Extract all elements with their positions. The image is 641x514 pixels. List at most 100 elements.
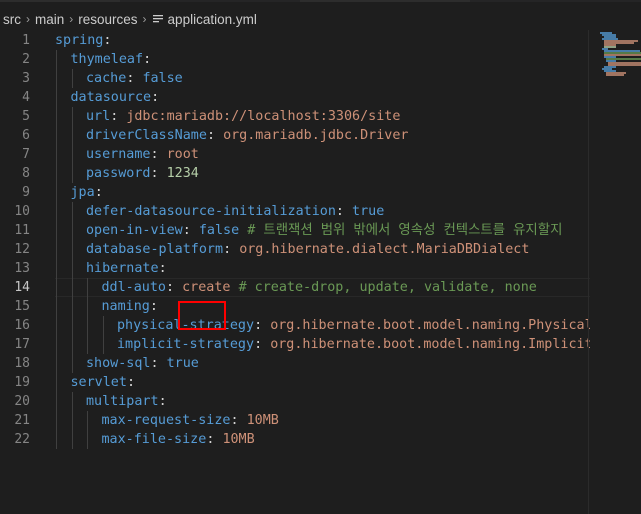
code-line-content: datasource: — [55, 90, 160, 105]
code-line[interactable]: database-platform: org.hibernate.dialect… — [55, 240, 590, 259]
line-number: 3 — [22, 71, 30, 86]
code-line[interactable]: naming: — [55, 297, 590, 316]
code-key: max-request-size — [101, 413, 231, 428]
code-line[interactable]: spring: — [55, 31, 590, 50]
code-key: database-platform — [86, 242, 224, 257]
code-editor[interactable]: 1 2 3 4 5 6 7 8 9 10 11 12 13 14 15 16 17 18 19 20 21 22 spri… — [0, 31, 641, 514]
code-line-content: max-request-size: 10MB — [55, 413, 279, 428]
minimap-line — [606, 74, 624, 76]
code-line-content: defer-datasource-initialization: true — [55, 204, 384, 219]
code-token: : — [206, 432, 223, 447]
chevron-right-icon: › — [69, 12, 74, 26]
code-line-content: database-platform: org.hibernate.dialect… — [55, 242, 529, 257]
code-line[interactable]: ddl-auto: create # create-drop, update, … — [55, 278, 590, 297]
tab-segment[interactable] — [300, 0, 470, 2]
code-token: : — [166, 280, 183, 295]
code-token: : — [151, 90, 160, 105]
code-key: naming — [101, 299, 150, 314]
code-token: : — [150, 356, 167, 371]
line-number: 8 — [22, 166, 30, 181]
breadcrumb-file[interactable]: application.yml — [168, 12, 257, 27]
code-line[interactable]: max-file-size: 10MB — [55, 430, 590, 449]
code-key: false — [142, 71, 183, 86]
code-line[interactable]: defer-datasource-initialization: true — [55, 202, 590, 221]
line-number: 16 — [14, 318, 30, 333]
line-number: 15 — [14, 299, 30, 314]
code-token: jdbc:mariadb://localhost:3306/site — [126, 109, 401, 124]
code-line[interactable]: driverClassName: org.mariadb.jdbc.Driver — [55, 126, 590, 145]
breadcrumb-item-main[interactable]: main — [35, 12, 64, 27]
code-key: implicit-strategy — [117, 337, 255, 352]
code-token: 10MB — [222, 432, 255, 447]
code-token: 10MB — [246, 413, 279, 428]
vertical-scrollbar[interactable] — [588, 30, 589, 514]
code-line-content: naming: — [55, 299, 158, 314]
code-line[interactable]: open-in-view: false # 트랜잭션 범위 밖에서 영속성 컨텍… — [55, 221, 590, 240]
code-line[interactable]: physical-strategy: org.hibernate.boot.mo… — [55, 316, 590, 335]
code-key: defer-datasource-initialization — [86, 204, 336, 219]
code-token: : — [143, 52, 152, 67]
line-number: 9 — [22, 185, 30, 200]
code-line-content: cache: false — [55, 71, 183, 86]
code-key: multipart — [86, 394, 159, 409]
line-number: 10 — [14, 204, 30, 219]
code-line[interactable]: password: 1234 — [55, 164, 590, 183]
code-token: : — [149, 299, 158, 314]
code-line[interactable]: url: jdbc:mariadb://localhost:3306/site — [55, 107, 590, 126]
code-line-content: jpa: — [55, 185, 103, 200]
code-line[interactable]: implicit-strategy: org.hibernate.boot.mo… — [55, 335, 590, 354]
code-key: password — [86, 166, 151, 181]
code-line-content: driverClassName: org.mariadb.jdbc.Driver — [55, 128, 409, 143]
code-area[interactable]: spring: thymeleaf: cache: false datasource:… — [55, 31, 590, 449]
code-line[interactable]: servlet: — [55, 373, 590, 392]
line-number: 4 — [22, 90, 30, 105]
code-line[interactable]: datasource: — [55, 88, 590, 107]
code-key: url — [86, 109, 111, 124]
code-line[interactable]: jpa: — [55, 183, 590, 202]
code-line[interactable]: thymeleaf: — [55, 50, 590, 69]
code-token: org.hibernate.dialect.MariaDBDialect — [239, 242, 530, 257]
code-token: : — [158, 261, 167, 276]
code-line-content: password: 1234 — [55, 166, 199, 181]
code-line-content: url: jdbc:mariadb://localhost:3306/site — [55, 109, 400, 124]
breadcrumb-item-resources[interactable]: resources — [78, 12, 137, 27]
code-line-content: multipart: — [55, 394, 167, 409]
code-comment: # create-drop, update, validate, none — [238, 280, 537, 295]
code-token: : — [126, 375, 135, 390]
code-line[interactable]: hibernate: — [55, 259, 590, 278]
chevron-right-icon: › — [142, 12, 147, 26]
line-number: 6 — [22, 128, 30, 143]
code-line-content: show-sql: true — [55, 356, 199, 371]
code-line[interactable]: username: root — [55, 145, 590, 164]
breadcrumb: src › main › resources › application.yml — [0, 8, 641, 30]
line-number: 7 — [22, 147, 30, 162]
code-token: : — [254, 337, 271, 352]
code-line[interactable]: show-sql: true — [55, 354, 590, 373]
tab-segment[interactable] — [0, 0, 120, 2]
code-token: : — [223, 242, 240, 257]
line-number: 2 — [22, 52, 30, 67]
line-number-gutter: 1 2 3 4 5 6 7 8 9 10 11 12 13 14 15 16 17 18 19 20 21 22 — [0, 31, 40, 449]
tab-strip — [0, 0, 641, 2]
code-token: root — [166, 147, 199, 162]
breadcrumb-item-src[interactable]: src — [0, 12, 21, 27]
code-token: org.mariadb.jdbc.Driver — [223, 128, 409, 143]
code-token: create — [182, 280, 231, 295]
code-key: hibernate — [86, 261, 159, 276]
line-number: 11 — [14, 223, 30, 238]
line-number: 19 — [14, 375, 30, 390]
code-token: : — [230, 413, 247, 428]
code-key: datasource — [70, 90, 152, 105]
file-lines-icon — [152, 13, 164, 25]
code-key: true — [352, 204, 385, 219]
code-line-content: open-in-view: false # 트랜잭션 범위 밖에서 영속성 컨텍… — [55, 223, 562, 238]
minimap[interactable] — [590, 30, 641, 514]
code-token: : — [254, 318, 271, 333]
line-number: 5 — [22, 109, 30, 124]
code-line-content: max-file-size: 10MB — [55, 432, 255, 447]
code-key: servlet — [70, 375, 127, 390]
code-line[interactable]: max-request-size: 10MB — [55, 411, 590, 430]
code-line-content: implicit-strategy: org.hibernate.boot.mo… — [55, 337, 590, 352]
code-line[interactable]: multipart: — [55, 392, 590, 411]
code-line[interactable]: cache: false — [55, 69, 590, 88]
